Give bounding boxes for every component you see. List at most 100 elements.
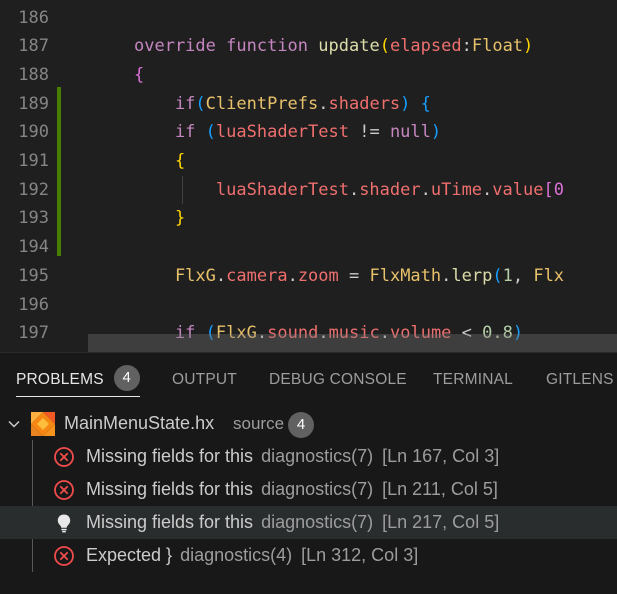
code-token: lerp <box>451 265 493 286</box>
line-number: 196 <box>18 294 49 315</box>
code-token: ( <box>205 122 216 143</box>
problem-text: Missing fields for this diagnostics(7) [Ln… <box>86 473 498 506</box>
problem-text: Expected } diagnostics(4) [Ln 312, Col 3] <box>86 539 418 572</box>
code-line[interactable]: luaShaderTest.shader.uTime.value[0 <box>134 176 564 205</box>
tab-debug-console[interactable]: DEBUG CONSOLE <box>269 353 407 405</box>
horizontal-scrollbar[interactable] <box>88 334 617 352</box>
problem-row[interactable]: Expected } diagnostics(4) [Ln 312, Col 3] <box>0 539 617 572</box>
line-number: 191 <box>18 151 49 171</box>
tab-terminal[interactable]: TERMINAL <box>433 353 513 405</box>
problem-source: diagnostics(4) <box>180 545 293 565</box>
code-token: , <box>512 265 534 286</box>
problem-message: Missing fields for this <box>86 479 254 499</box>
line-number: 197 <box>18 323 49 344</box>
tab-problems[interactable]: PROBLEMS 4 <box>16 353 140 405</box>
code-token: 1 <box>502 265 513 286</box>
code-token: . <box>482 179 493 200</box>
problem-row[interactable]: Missing fields for this diagnostics(7) [Ln… <box>0 473 617 506</box>
code-token: . <box>215 265 227 286</box>
code-token: != <box>348 122 390 143</box>
code-token: { <box>134 151 186 171</box>
problem-text: Missing fields for this diagnostics(7) [Ln… <box>86 506 499 539</box>
code-token: shader <box>359 179 421 200</box>
git-modified-indicator[interactable] <box>57 86 61 256</box>
error-icon <box>53 440 75 473</box>
panel-tabs: PROBLEMS 4 OUTPUT DEBUG CONSOLE TERMINAL … <box>0 353 617 405</box>
problem-message: Missing fields for this <box>86 446 254 466</box>
code-token: FlxMath <box>369 265 442 286</box>
code-line[interactable]: if(ClientPrefs.shaders) { <box>134 90 431 119</box>
code-token: . <box>287 265 298 286</box>
file-name: MainMenuState.hx <box>64 413 215 433</box>
code-line[interactable]: { <box>134 61 144 90</box>
code-token: value <box>492 179 544 200</box>
code-token: FlxG <box>134 265 216 286</box>
bottom-panel: PROBLEMS 4 OUTPUT DEBUG CONSOLE TERMINAL … <box>0 352 617 594</box>
tab-gitlens[interactable]: GITLENS <box>546 353 614 405</box>
code-token: luaShaderTest <box>215 122 349 143</box>
problem-row[interactable]: Missing fields for this diagnostics(7) [Ln… <box>0 440 617 473</box>
file-group-row[interactable]: MainMenuState.hx source 4 <box>0 407 617 440</box>
code-editor[interactable]: 186 187 188 189 190 191 192 193 194 195 196 197 ove… <box>0 0 617 352</box>
tab-label: TERMINAL <box>433 371 513 388</box>
code-token: . <box>441 265 452 286</box>
code-line[interactable]: if (luaShaderTest != null) <box>134 118 441 147</box>
problem-location: [Ln 217, Col 5] <box>382 512 500 532</box>
code-line[interactable]: override function update(elapsed:Float) <box>134 32 533 61</box>
code-line[interactable]: FlxG.camera.zoom = FlxMath.lerp(1, Flx <box>134 262 564 291</box>
error-icon <box>53 539 75 572</box>
code-token: ( <box>492 265 503 286</box>
problem-location: [Ln 167, Col 3] <box>382 446 500 466</box>
problem-source: diagnostics(7) <box>261 446 374 466</box>
problem-message: Expected } <box>86 545 173 565</box>
code-token: ClientPrefs <box>205 93 319 114</box>
chevron-down-icon[interactable] <box>6 407 22 440</box>
code-token: null <box>389 122 431 143</box>
code-token: ) <box>523 36 534 57</box>
code-token: : <box>461 36 472 57</box>
code-token: function <box>226 36 309 57</box>
problem-source: diagnostics(7) <box>261 512 374 532</box>
code-token: uTime <box>430 179 483 200</box>
problem-location: [Ln 312, Col 3] <box>301 545 419 565</box>
code-token: ( <box>379 36 390 57</box>
file-problem-count-badge: 4 <box>288 412 314 438</box>
code-area[interactable]: override function update(elapsed:Float) {… <box>88 0 617 352</box>
line-number: 186 <box>18 7 49 28</box>
indent-guide <box>182 175 183 205</box>
haxe-file-icon <box>30 407 56 440</box>
lightbulb-icon <box>53 506 75 539</box>
line-number-gutter: 186 187 188 189 190 191 192 193 194 195 196 197 <box>0 0 88 352</box>
line-number: 187 <box>18 36 49 57</box>
problems-count-badge: 4 <box>113 364 140 391</box>
line-number: 195 <box>18 265 49 286</box>
code-line[interactable]: { <box>134 147 185 176</box>
file-folder: source <box>233 414 285 433</box>
line-number: 190 <box>18 122 49 143</box>
problem-text: Missing fields for this diagnostics(7) [Ln… <box>86 440 499 473</box>
error-icon <box>53 473 75 506</box>
code-token: . <box>318 93 329 114</box>
line-number: 188 <box>18 64 49 85</box>
code-token: update <box>318 36 380 57</box>
problem-row[interactable]: Missing fields for this diagnostics(7) [Ln… <box>0 506 617 539</box>
line-number: 192 <box>18 179 49 200</box>
code-token: . <box>420 179 431 200</box>
code-token: elapsed <box>389 36 462 57</box>
problem-source: diagnostics(7) <box>261 479 374 499</box>
code-token: Flx <box>533 265 565 286</box>
code-token: override <box>134 36 216 57</box>
code-token: shaders <box>328 93 401 114</box>
tab-label: OUTPUT <box>172 371 237 388</box>
problem-location: [Ln 211, Col 5] <box>382 479 498 499</box>
code-token: if <box>134 122 196 143</box>
code-token: . <box>348 179 360 200</box>
tab-label: DEBUG CONSOLE <box>269 371 407 388</box>
tab-label: GITLENS <box>546 371 614 388</box>
code-line[interactable]: } <box>134 204 185 233</box>
tab-output[interactable]: OUTPUT <box>172 353 237 405</box>
code-token: { <box>134 64 145 85</box>
code-token: if <box>134 93 196 114</box>
